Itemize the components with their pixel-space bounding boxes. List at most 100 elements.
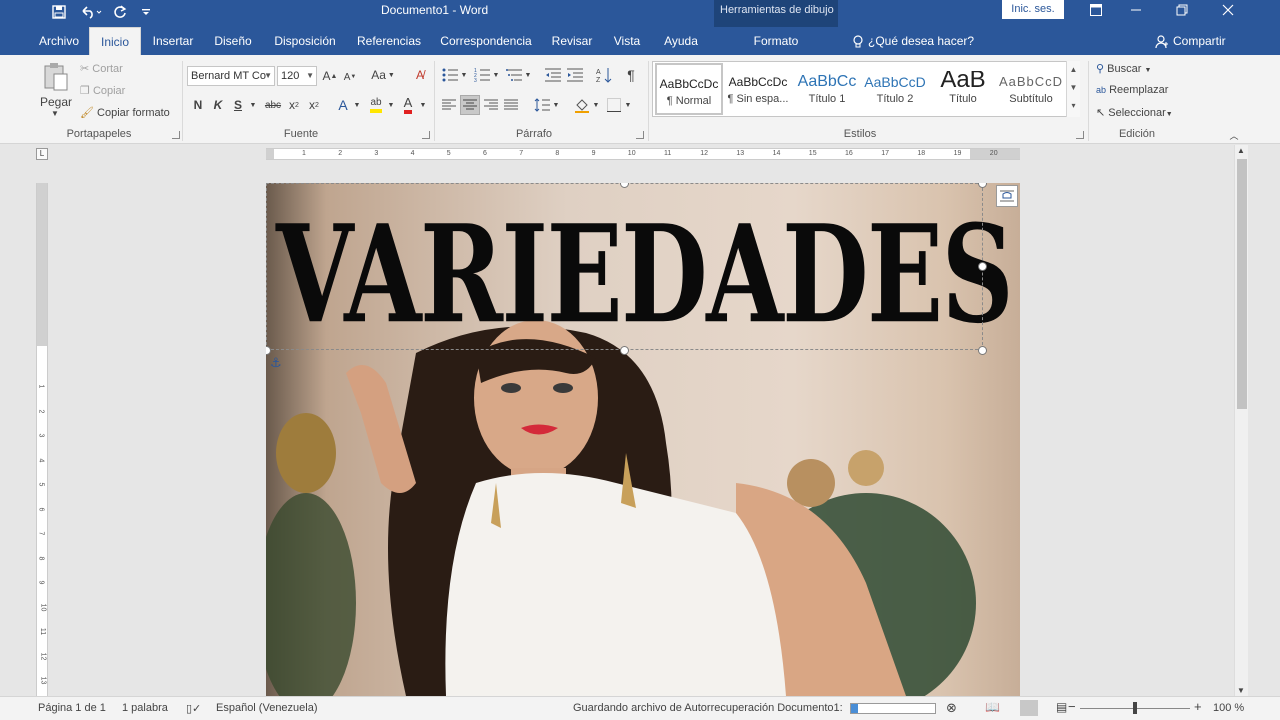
clipboard-launcher-icon[interactable] [172,131,180,139]
replace-button[interactable]: ab Reemplazar [1096,84,1168,96]
proofing-icon[interactable]: ▯✓ [186,702,201,715]
style-heading-2[interactable]: AaBbCcD Título 2 [861,63,929,115]
chevron-down-icon[interactable]: ▼ [460,66,468,84]
tab-correspondencia[interactable]: Correspondencia [436,27,536,55]
format-painter-button[interactable]: 🖌 Copiar formato [80,106,170,119]
superscript-icon[interactable]: x2 [306,96,322,114]
paragraph-launcher-icon[interactable] [636,131,644,139]
subscript-icon[interactable]: x2 [286,96,302,114]
style-title[interactable]: AaB Título [929,63,997,115]
styles-scroll[interactable]: ▲ ▼ ▾ [1066,61,1080,117]
bullets-icon[interactable] [440,66,460,84]
tab-disposicion[interactable]: Disposición [268,27,342,55]
document-page[interactable]: VARIEDADES ⚓ [266,183,1020,696]
word-count[interactable]: 1 palabra [122,702,168,714]
tab-inicio[interactable]: Inicio [89,27,141,55]
web-layout-icon[interactable]: ▤ [1056,700,1067,714]
scroll-thumb[interactable] [1237,159,1247,409]
styles-launcher-icon[interactable] [1076,131,1084,139]
justify-icon[interactable] [502,96,520,114]
text-effects-icon[interactable]: A [334,95,352,115]
show-formatting-icon[interactable]: ¶ [622,65,640,85]
highlight-icon[interactable]: ab [366,95,386,115]
chevron-down-icon[interactable]: ▼ [492,66,500,84]
chevron-down-icon[interactable]: ▼ [248,96,258,114]
chevron-down-icon[interactable]: ▼ [592,96,600,114]
shading-icon[interactable] [572,95,592,115]
tab-vista[interactable]: Vista [606,27,648,55]
read-mode-icon[interactable]: 📖 [985,700,1000,714]
copy-button[interactable]: ❐ Copiar [80,84,125,97]
tab-archivo[interactable]: Archivo [30,27,88,55]
resize-handle[interactable] [620,346,629,355]
shrink-font-icon[interactable]: A ▼ [342,68,358,86]
grow-font-icon[interactable]: A ▲ [322,67,338,85]
zoom-level[interactable]: 100 % [1213,702,1244,714]
font-name-combo[interactable]: Bernard MT Co ▼ [187,66,275,86]
sign-in-button[interactable]: Inic. ses. [1002,0,1064,19]
cancel-save-icon[interactable]: ⊗ [946,700,957,716]
bold-button[interactable]: N [191,96,205,114]
customize-qat-icon[interactable] [138,2,154,22]
italic-button[interactable]: K [211,96,225,114]
borders-icon[interactable] [604,95,624,115]
style-normal[interactable]: AaBbCcDc ¶ Normal [655,63,723,115]
chevron-down-icon[interactable]: ▼ [552,96,560,114]
tab-referencias[interactable]: Referencias [352,27,426,55]
change-case-button[interactable]: Aa ▼ [369,66,397,84]
tell-me-search[interactable]: ¿Qué desea hacer? [852,27,974,55]
align-right-icon[interactable] [482,96,500,114]
chevron-down-icon[interactable]: ▼ [418,96,428,114]
tab-revisar[interactable]: Revisar [546,27,598,55]
collapse-ribbon-icon[interactable]: ︿ [1228,129,1240,141]
paste-icon[interactable] [42,61,70,93]
paste-dropdown-icon[interactable]: ▼ [51,109,59,118]
tab-ayuda[interactable]: Ayuda [656,27,706,55]
tab-selector[interactable]: L [36,148,48,160]
multilevel-list-icon[interactable] [504,66,524,84]
more-styles-icon[interactable]: ▾ [1067,97,1080,115]
restore-icon[interactable] [1159,0,1205,20]
chevron-down-icon[interactable]: ▼ [386,96,396,114]
print-layout-icon[interactable] [1020,700,1038,716]
resize-handle[interactable] [978,262,987,271]
minimize-icon[interactable] [1113,0,1159,20]
decrease-indent-icon[interactable] [543,66,563,84]
tab-insertar[interactable]: Insertar [145,27,201,55]
numbering-icon[interactable]: 123 [472,66,492,84]
chevron-down-icon[interactable]: ▼ [524,66,532,84]
zoom-out-button[interactable]: − [1068,699,1076,714]
align-left-icon[interactable] [440,96,458,114]
chevron-down-icon[interactable]: ▼ [624,96,632,114]
scroll-up-icon[interactable]: ▲ [1237,146,1245,155]
language-status[interactable]: Español (Venezuela) [216,702,318,714]
style-heading-1[interactable]: AaBbCc Título 1 [793,63,861,115]
font-launcher-icon[interactable] [422,131,430,139]
horizontal-ruler[interactable]: 1 2 3 4 5 6 7 8 9 10 11 12 13 14 15 16 17 18 19 20 [266,148,1020,160]
cut-button[interactable]: ✂ Cortar [80,62,123,75]
font-color-icon[interactable]: A [398,95,418,115]
share-button[interactable]: Compartir [1155,27,1226,55]
save-icon[interactable] [48,2,70,22]
sort-icon[interactable]: AZ [594,66,614,84]
strikethrough-button[interactable]: abc [262,96,284,114]
tab-diseno[interactable]: Diseño [206,27,260,55]
resize-handle[interactable] [978,346,987,355]
undo-icon[interactable] [76,2,106,22]
chevron-down-icon[interactable]: ▼ [352,96,362,114]
zoom-in-button[interactable]: + [1194,699,1202,714]
page-count[interactable]: Página 1 de 1 [38,702,106,714]
redo-icon[interactable] [109,2,131,22]
scroll-up-icon[interactable]: ▲ [1067,61,1080,79]
underline-button[interactable]: S [231,96,245,114]
find-button[interactable]: ⚲ Buscar ▼ [1096,62,1151,75]
zoom-slider-thumb[interactable] [1133,702,1137,714]
layout-options-button[interactable] [996,185,1018,207]
clear-formatting-icon[interactable]: A̸ [411,66,429,84]
style-subtitle[interactable]: AaBbCcD Subtítulo [997,63,1065,115]
close-icon[interactable] [1205,0,1251,20]
vertical-ruler[interactable]: 1234567891011121314 [36,183,48,709]
increase-indent-icon[interactable] [565,66,585,84]
select-button[interactable]: ↖ Seleccionar▼ [1096,106,1173,119]
style-no-spacing[interactable]: AaBbCcDc ¶ Sin espa... [724,63,792,115]
